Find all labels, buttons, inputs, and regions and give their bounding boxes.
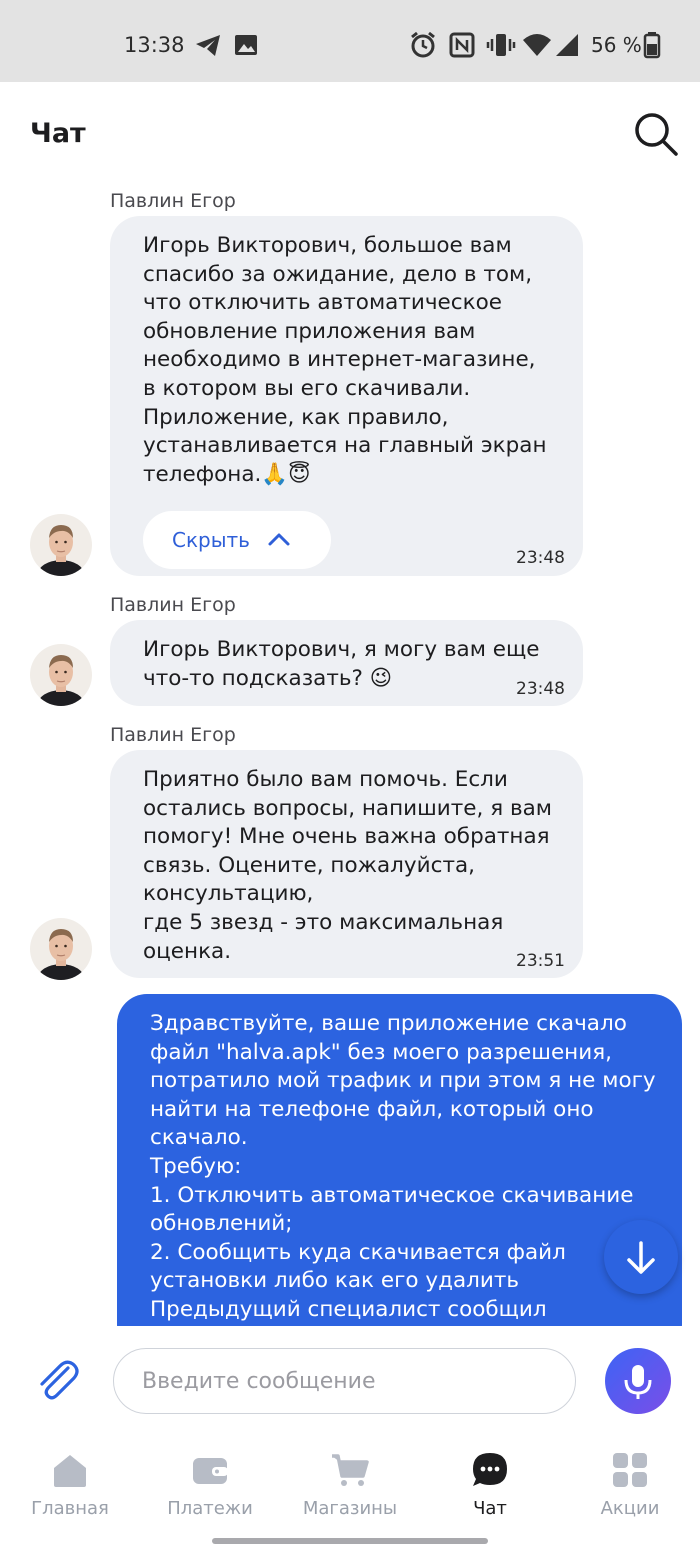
microphone-icon [624, 1365, 652, 1399]
nav-item-shops[interactable]: Магазины [280, 1450, 420, 1530]
message-list[interactable]: Павлин Егор Игорь Викторович, большое ва… [0, 182, 700, 1326]
message-text: Приятно было вам помочь. Если остались в… [143, 767, 553, 964]
nav-label: Чат [473, 1498, 507, 1519]
nav-item-chat[interactable]: Чат [420, 1450, 560, 1530]
voice-message-button[interactable] [605, 1348, 671, 1414]
wifi-icon [521, 30, 553, 64]
search-button[interactable] [632, 110, 680, 158]
nav-label: Платежи [167, 1498, 253, 1519]
nav-item-home[interactable]: Главная [0, 1450, 140, 1530]
incoming-message: Игорь Викторович, большое вам спасибо за… [110, 216, 583, 576]
status-time: 13:38 [124, 33, 185, 57]
vibrate-icon [486, 30, 516, 64]
chat-icon [473, 1453, 507, 1486]
message-text: Здравствуйте, ваше приложение скачало фа… [150, 1011, 656, 1322]
outgoing-message: Здравствуйте, ваше приложение скачало фа… [117, 994, 682, 1326]
battery-percent: 56 % [591, 33, 642, 57]
paperclip-icon [40, 1360, 79, 1400]
nfc-icon [448, 30, 476, 64]
attach-button[interactable] [32, 1354, 82, 1404]
message-composer [0, 1326, 700, 1436]
page-title: Чат [30, 118, 86, 149]
grid-icon [613, 1453, 647, 1487]
sender-name: Павлин Егор [110, 190, 236, 212]
nav-label: Главная [31, 1498, 109, 1519]
status-bar: 13:38 56 % [0, 0, 700, 82]
sender-name: Павлин Егор [110, 594, 236, 616]
sender-name: Павлин Егор [110, 724, 236, 746]
wallet-icon [193, 1458, 228, 1484]
cart-icon [332, 1454, 369, 1486]
bottom-navigation: Главная Платежи Магазины Чат Акции [0, 1436, 700, 1556]
image-icon [233, 30, 259, 64]
collapse-button[interactable]: Скрыть [143, 511, 331, 569]
message-time: 23:48 [516, 548, 565, 568]
nav-item-promos[interactable]: Акции [560, 1450, 700, 1530]
search-icon [635, 113, 678, 156]
avatar [30, 644, 92, 706]
message-time: 23:48 [516, 679, 565, 699]
alarm-icon [408, 30, 438, 64]
chat-header: Чат [0, 82, 700, 182]
avatar [30, 918, 92, 980]
home-indicator[interactable] [212, 1538, 488, 1544]
home-icon [54, 1455, 86, 1487]
battery-icon [642, 30, 662, 64]
message-text: Игорь Викторович, большое вам спасибо за… [143, 233, 547, 487]
scroll-down-button[interactable] [604, 1220, 678, 1294]
collapse-label: Скрыть [172, 528, 250, 552]
chevron-up-icon [268, 533, 290, 546]
telegram-icon [193, 30, 223, 64]
nav-item-payments[interactable]: Платежи [140, 1450, 280, 1530]
message-time: 23:51 [516, 951, 565, 971]
message-text: Игорь Викторович, я могу вам еще что-то … [143, 637, 540, 691]
arrow-down-icon [627, 1241, 655, 1274]
incoming-message: Приятно было вам помочь. Если остались в… [110, 750, 583, 978]
signal-icon [554, 30, 580, 64]
nav-label: Акции [600, 1498, 660, 1519]
message-input[interactable] [113, 1348, 576, 1414]
nav-label: Магазины [302, 1498, 398, 1519]
avatar [30, 514, 92, 576]
incoming-message: Игорь Викторович, я могу вам еще что-то … [110, 620, 583, 706]
